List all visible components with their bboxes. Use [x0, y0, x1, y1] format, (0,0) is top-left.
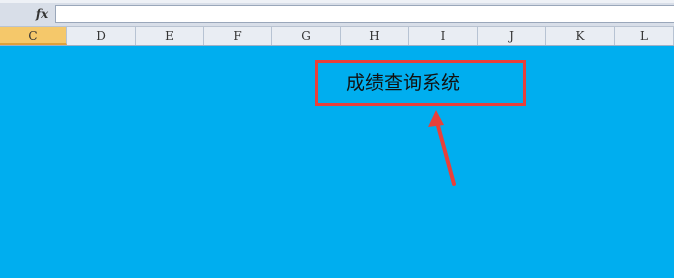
column-header-c[interactable]: C — [0, 27, 67, 45]
column-header-f[interactable]: F — [204, 27, 272, 45]
column-header-e[interactable]: E — [136, 27, 204, 45]
column-header-h[interactable]: H — [341, 27, 409, 45]
column-header-k[interactable]: K — [546, 27, 615, 45]
formula-input[interactable] — [55, 5, 674, 23]
column-headers: C D E F G H I J K L — [0, 27, 674, 46]
title-shape-text: 成绩查询系统 — [346, 72, 461, 94]
formula-bar: fx — [0, 0, 674, 27]
column-header-g[interactable]: G — [272, 27, 341, 45]
insert-function-icon[interactable]: fx — [30, 6, 54, 22]
column-header-i[interactable]: I — [409, 27, 478, 45]
column-header-l[interactable]: L — [615, 27, 674, 45]
formula-bar-top-strip — [0, 0, 674, 3]
column-header-j[interactable]: J — [478, 27, 546, 45]
column-header-d[interactable]: D — [67, 27, 136, 45]
title-shape[interactable]: 成绩查询系统 — [315, 60, 526, 106]
